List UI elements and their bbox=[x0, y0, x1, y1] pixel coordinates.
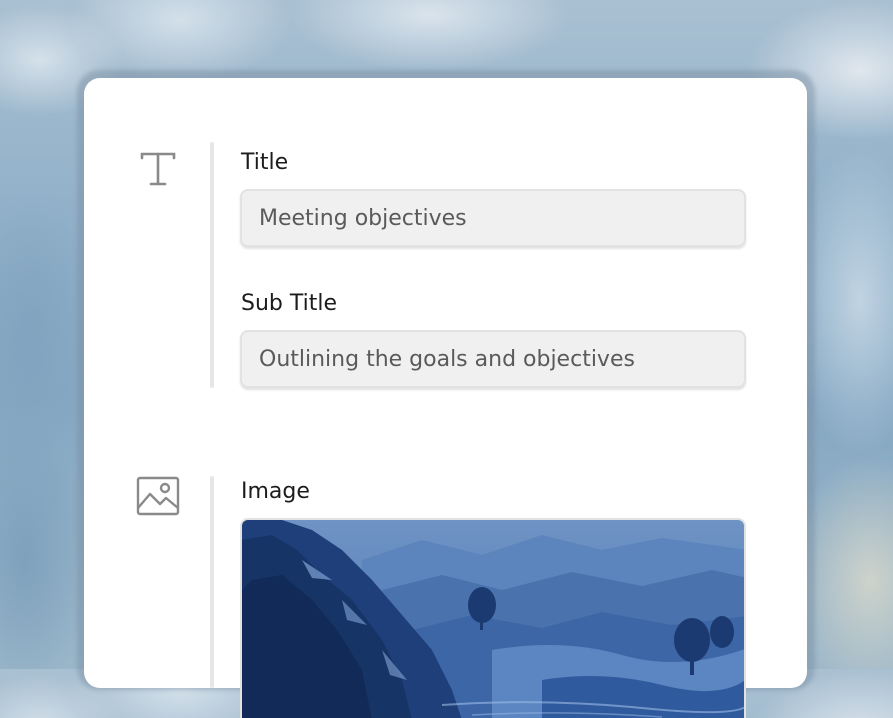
form-card: Title Sub Title Image bbox=[84, 78, 807, 718]
image-label: Image bbox=[241, 479, 310, 504]
landscape-painting bbox=[242, 520, 744, 718]
image-section-divider bbox=[210, 476, 214, 688]
image-icon[interactable] bbox=[134, 472, 182, 520]
image-preview[interactable] bbox=[240, 518, 746, 718]
image-section: Image bbox=[84, 78, 807, 718]
